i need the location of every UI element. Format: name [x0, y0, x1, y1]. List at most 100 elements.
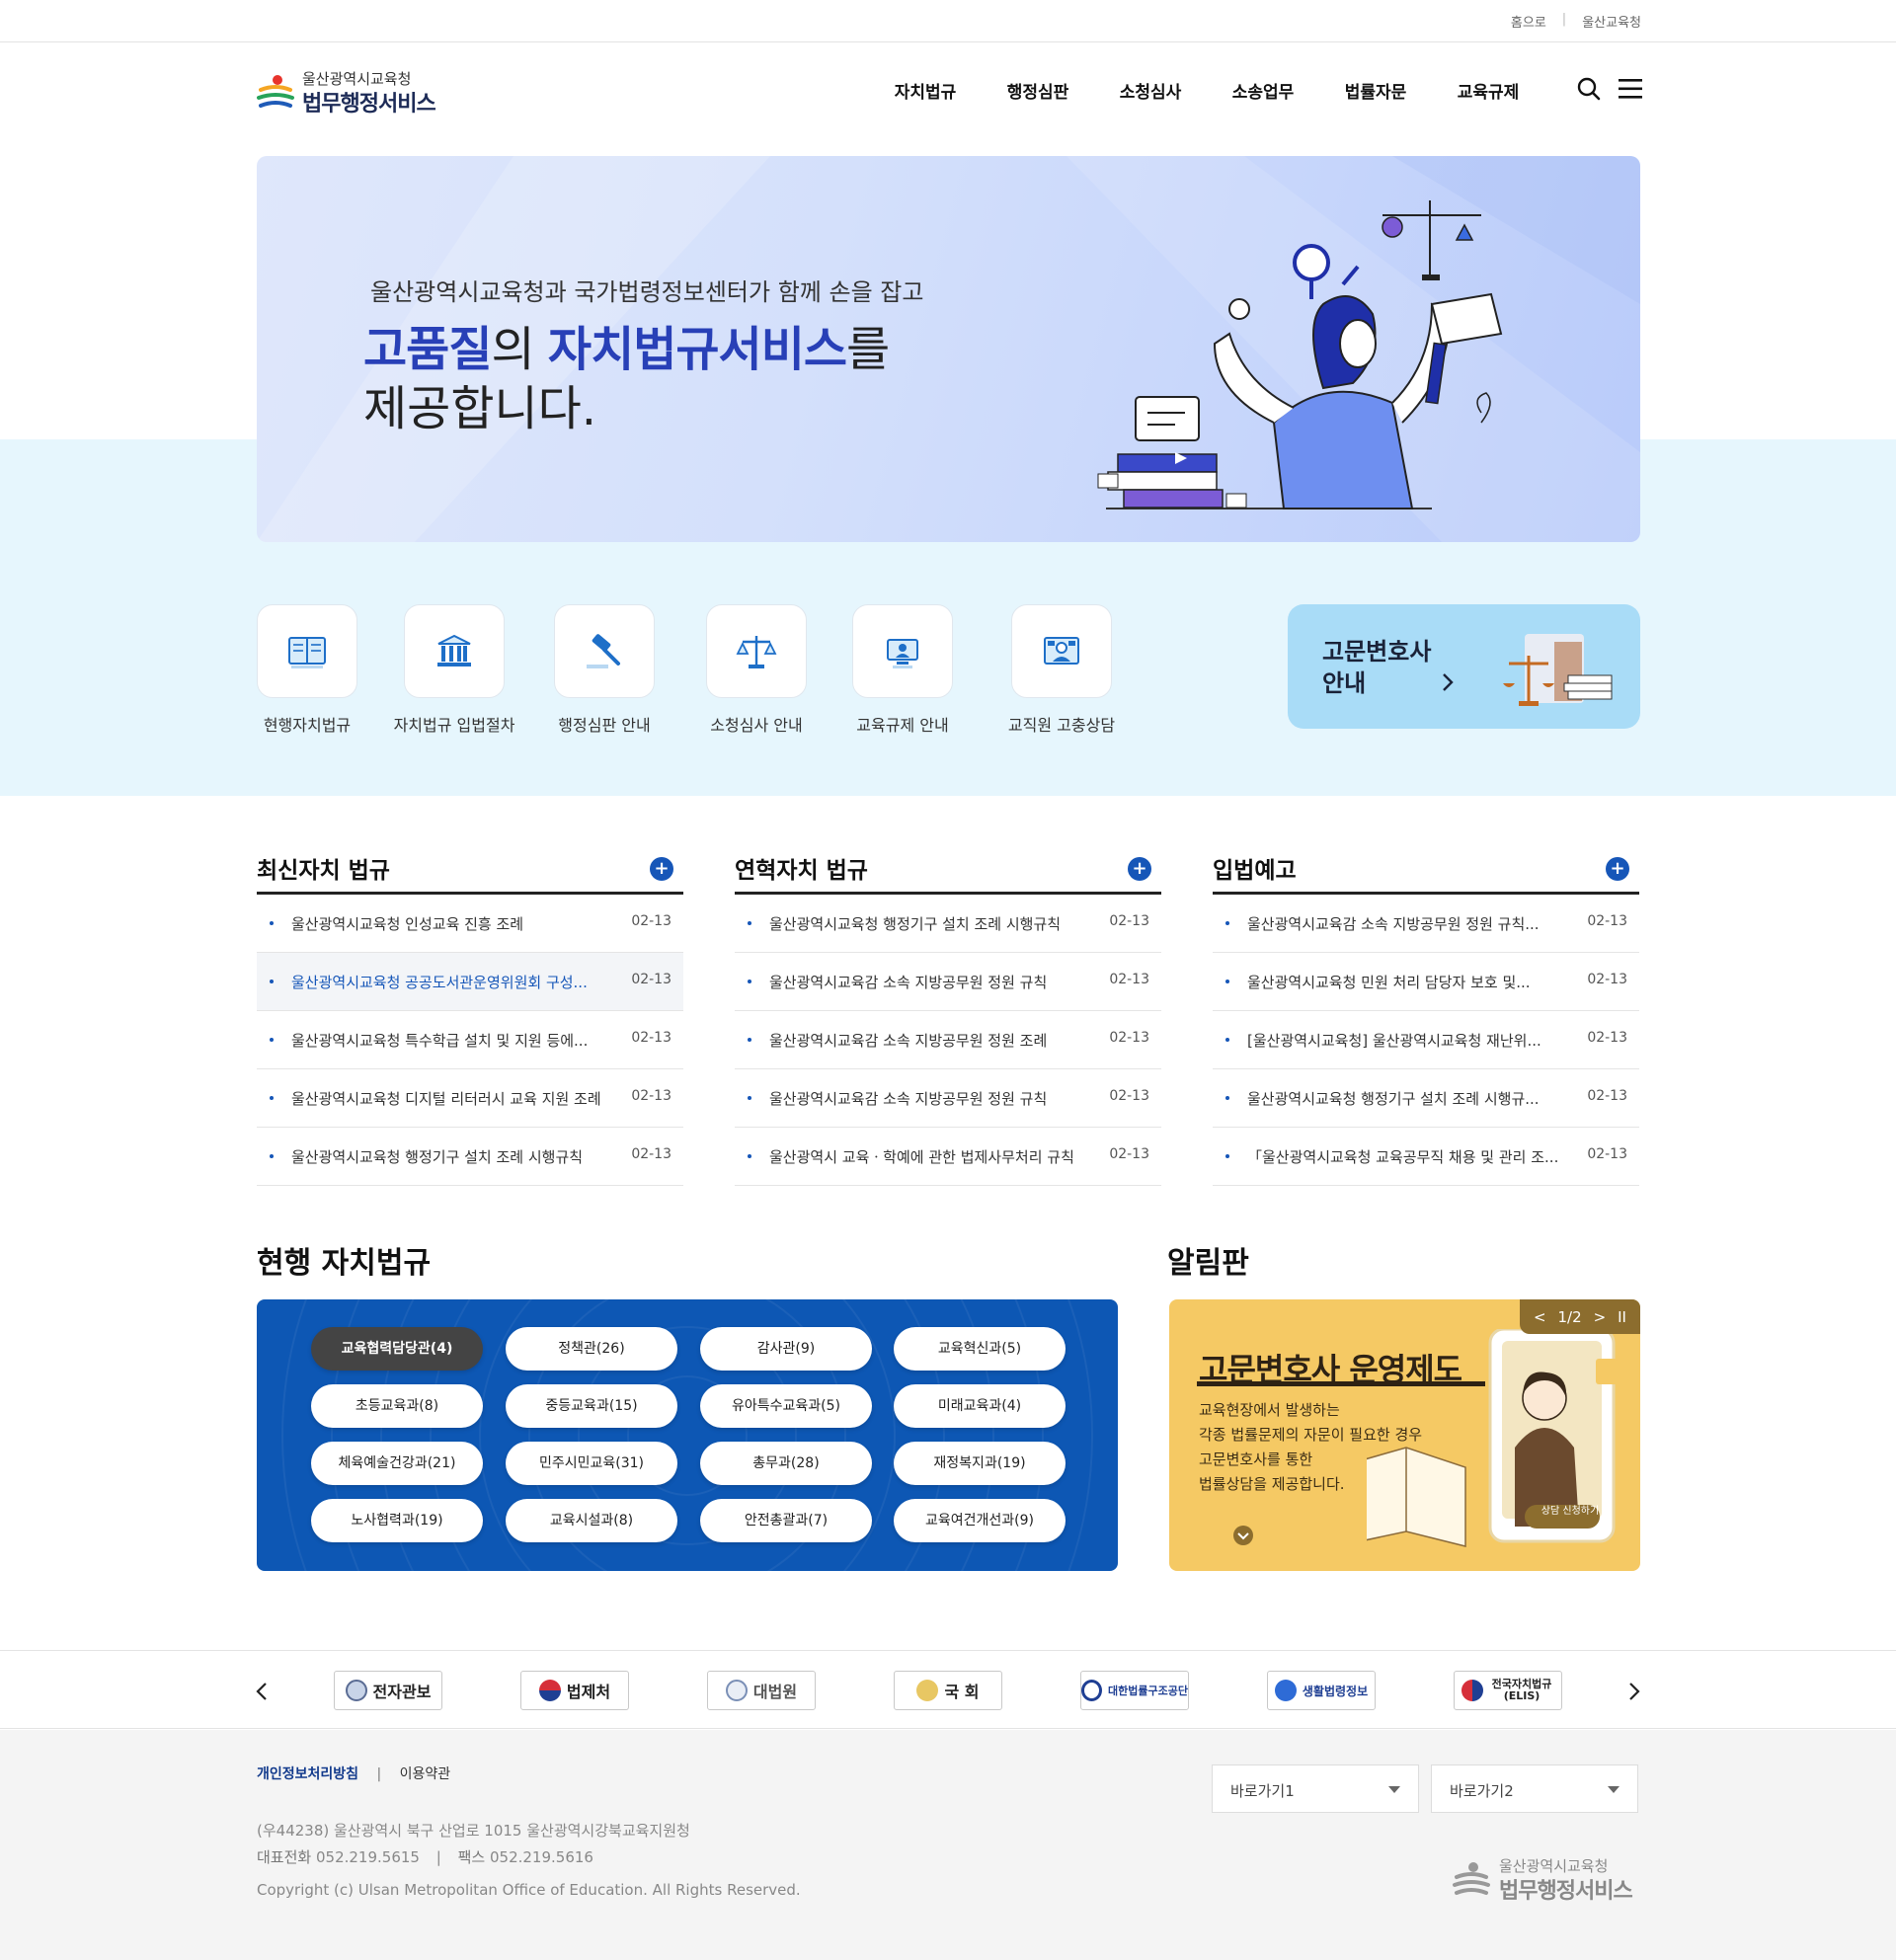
list-item[interactable]: 울산광역시교육청 행정기구 설치 조례 시행규칙 02-13: [257, 1128, 683, 1186]
gavel-icon: [587, 633, 620, 668]
chevron-left-icon[interactable]: [255, 1681, 269, 1702]
dept-pill[interactable]: 재정복지과(19): [894, 1442, 1066, 1485]
dept-pill[interactable]: 체육예술건강과(21): [311, 1442, 483, 1485]
list-item[interactable]: 울산광역시교육감 소속 지방공무원 정원 조례 02-13: [735, 1011, 1161, 1069]
dept-pill[interactable]: 총무과(28): [700, 1442, 872, 1485]
nav-item-litigation[interactable]: 소송업무: [1207, 78, 1319, 103]
select-value: 바로가기2: [1450, 1782, 1514, 1800]
site-logo[interactable]: 울산광역시교육청 법무행정서비스: [257, 68, 454, 117]
quick-menu-staff-counsel[interactable]: 교직원 고충상담: [1008, 604, 1115, 736]
related-link-moleg[interactable]: 법제처: [520, 1671, 629, 1710]
hero-banner: 울산광역시교육청과 국가법령정보센터가 함께 손을 잡고 고품질의 자치법규서비…: [257, 156, 1640, 542]
more-plus-icon[interactable]: +: [1128, 857, 1151, 881]
dept-pill[interactable]: 교육여건개선과(9): [894, 1499, 1066, 1542]
more-plus-icon[interactable]: +: [1606, 857, 1629, 881]
related-link-legal-aid[interactable]: 대한법률구조공단: [1080, 1671, 1189, 1710]
list-item[interactable]: 울산광역시교육청 행정기구 설치 조례 시행규... 02-13: [1213, 1069, 1639, 1128]
list-item[interactable]: 울산광역시교육청 민원 처리 담당자 보호 및... 02-13: [1213, 953, 1639, 1011]
related-link-easylaw[interactable]: 생활법령정보: [1267, 1671, 1376, 1710]
chevron-right-icon: [1443, 673, 1454, 691]
more-plus-icon[interactable]: +: [650, 857, 673, 881]
related-link-elis[interactable]: 전국자치법규(ELIS): [1454, 1671, 1562, 1710]
dept-pill[interactable]: 민주시민교육(31): [506, 1442, 677, 1485]
list-item[interactable]: 울산광역시교육감 소속 지방공무원 정원 규칙 02-13: [735, 953, 1161, 1011]
footer-logo-service-name: 법무행정서비스: [1499, 1879, 1633, 1904]
chevron-down-icon: [1233, 1526, 1253, 1545]
quick-menu-label: 소청심사 안내: [710, 716, 803, 735]
next-icon[interactable]: >: [1594, 1308, 1607, 1326]
home-link[interactable]: 홈으로: [1511, 12, 1546, 31]
dept-pill[interactable]: 감사관(9): [700, 1327, 872, 1371]
related-link-assembly[interactable]: 국 회: [894, 1671, 1002, 1710]
terms-link[interactable]: 이용약관: [400, 1766, 451, 1782]
board-latest-law: 최신자치 법규 + 울산광역시교육청 인성교육 진흥 조례 02-13 울산광역시…: [257, 847, 683, 1186]
quick-menu-label: 교직원 고충상담: [1007, 716, 1116, 735]
related-link-supreme-court[interactable]: 대법원: [707, 1671, 816, 1710]
nav-item-legal-advice[interactable]: 법률자문: [1319, 78, 1432, 103]
dept-pill[interactable]: 교육혁신과(5): [894, 1327, 1066, 1371]
notice-banner[interactable]: < 1/2 > II 고문변호사 운영제도 교육현장에서 발생하는 각종 법률문…: [1169, 1299, 1640, 1571]
monitor-icon: [887, 638, 918, 668]
list-item[interactable]: 울산광역시교육청 행정기구 설치 조례 시행규칙 02-13: [735, 895, 1161, 953]
nav-item-appeal-review[interactable]: 소청심사: [1094, 78, 1207, 103]
fax-number: 052.219.5616: [489, 1848, 593, 1866]
dept-pill[interactable]: 유아특수교육과(5): [700, 1384, 872, 1428]
quick-menu-appeal-review[interactable]: 소청심사 안내: [706, 604, 807, 736]
hero-title-text-2: 를: [846, 322, 890, 377]
list-item[interactable]: 울산광역시교육감 소속 지방공무원 정원 규칙 02-13: [735, 1069, 1161, 1128]
utility-bar: 홈으로 | 울산교육청: [0, 0, 1896, 42]
shortcut-select-1[interactable]: 바로가기1: [1212, 1764, 1419, 1813]
nav-item-admin-trial[interactable]: 행정심판: [982, 78, 1094, 103]
quick-menu-label: 현행자치법규: [263, 716, 352, 735]
banner-line: 교육현장에서 발생하는: [1199, 1401, 1340, 1419]
shortcut-select-2[interactable]: 바로가기2: [1431, 1764, 1638, 1813]
dept-pill[interactable]: 초등교육과(8): [311, 1384, 483, 1428]
pause-icon[interactable]: II: [1618, 1308, 1626, 1326]
prev-icon[interactable]: <: [1534, 1308, 1546, 1326]
office-link[interactable]: 울산교육청: [1582, 12, 1641, 31]
dept-pill[interactable]: 교육시설과(8): [506, 1499, 677, 1542]
banner-line: 법률상담을 제공합니다.: [1199, 1475, 1345, 1493]
nav-item-autonomous-law[interactable]: 자치법규: [869, 78, 982, 103]
list-item[interactable]: [울산광역시교육청] 울산광역시교육청 재난위... 02-13: [1213, 1011, 1639, 1069]
dept-pill[interactable]: 중등교육과(15): [506, 1384, 677, 1428]
related-link-gazette[interactable]: 전자관보: [334, 1671, 442, 1710]
related-sites-bar: 전자관보 법제처 대법원 국 회 대한법률구조공단 생활법령정보 전국자치법규(…: [0, 1650, 1896, 1729]
board-title: 입법예고: [1213, 858, 1297, 884]
lawyer-guide-card[interactable]: 고문변호사 안내: [1288, 604, 1640, 729]
hero-title-line2: 제공합니다.: [363, 381, 597, 436]
footer-logo-emblem-icon: [1453, 1862, 1490, 1895]
main-nav: 자치법규 행정심판 소청심사 소송업무 법률자문 교육규제: [869, 78, 1544, 103]
dept-pill[interactable]: 미래교육과(4): [894, 1384, 1066, 1428]
board-title: 연혁자치 법규: [735, 858, 868, 884]
privacy-policy-link[interactable]: 개인정보처리방침: [257, 1766, 358, 1782]
list-item[interactable]: 「울산광역시교육청 교육공무직 채용 및 관리 조... 02-13: [1213, 1128, 1639, 1186]
search-icon[interactable]: [1576, 76, 1602, 102]
banner-title: 고문변호사 운영제도: [1199, 1351, 1462, 1388]
list-item[interactable]: 울산광역시교육감 소속 지방공무원 정원 규칙... 02-13: [1213, 895, 1639, 953]
legal-aid-emblem-icon: [1081, 1680, 1103, 1701]
banner-line: 각종 법률문제의 자문이 필요한 경우: [1199, 1426, 1423, 1444]
dept-pill[interactable]: 노사협력과(19): [311, 1499, 483, 1542]
dept-pill[interactable]: 안전총괄과(7): [700, 1499, 872, 1542]
current-regs-title: 현행 자치법규: [257, 1246, 432, 1281]
list-item[interactable]: 울산광역시교육청 디지털 리터러시 교육 지원 조례 02-13: [257, 1069, 683, 1128]
nav-item-edu-regulation[interactable]: 교육규제: [1432, 78, 1544, 103]
dept-pill[interactable]: 정책관(26): [506, 1327, 677, 1371]
list-item[interactable]: 울산광역시교육청 인성교육 진흥 조례 02-13: [257, 895, 683, 953]
quick-menu-edu-regulation[interactable]: 교육규제 안내: [852, 604, 953, 736]
list-item[interactable]: 울산광역시 교육ㆍ학예에 관한 법제사무처리 규칙 02-13: [735, 1128, 1161, 1186]
book-icon: [288, 636, 326, 668]
pager-count: 1/2: [1557, 1307, 1582, 1326]
list-item[interactable]: 울산광역시교육청 공공도서관운영위원회 구성... 02-13: [257, 953, 683, 1011]
building-icon: [437, 634, 471, 666]
dept-pill[interactable]: 교육협력담당관(4): [311, 1327, 483, 1371]
banner-apply-button[interactable]: 상담 신청하기: [1535, 1502, 1606, 1517]
chevron-right-icon[interactable]: [1627, 1681, 1641, 1702]
quick-menu-legislation-process[interactable]: 자치법규 입법절차: [394, 604, 514, 736]
caret-down-icon: [1608, 1786, 1620, 1793]
list-item[interactable]: 울산광역시교육청 특수학급 설치 및 지원 등에... 02-13: [257, 1011, 683, 1069]
menu-icon[interactable]: [1618, 76, 1643, 102]
quick-menu-admin-trial[interactable]: 행정심판 안내: [554, 604, 655, 736]
quick-menu-current-law[interactable]: 현행자치법규: [257, 604, 357, 736]
